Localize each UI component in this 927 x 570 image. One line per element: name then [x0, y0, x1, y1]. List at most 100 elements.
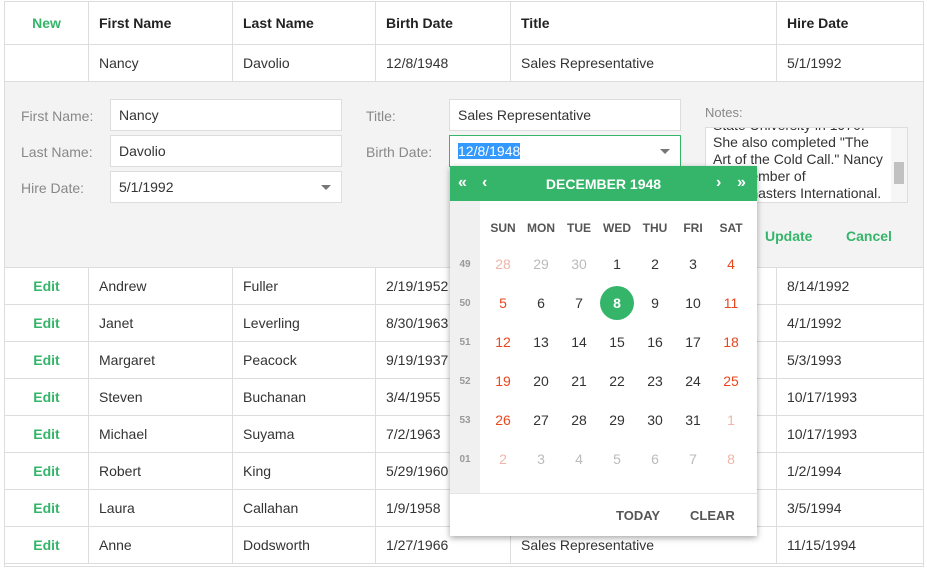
calendar-day[interactable]: 18 [714, 325, 748, 359]
calendar-day[interactable]: 16 [638, 325, 672, 359]
calendar-day[interactable]: 22 [600, 364, 634, 398]
calendar-title[interactable]: DECEMBER 1948 [450, 176, 757, 192]
calendar-day[interactable]: 8 [714, 442, 748, 476]
notes-label: Notes: [705, 105, 743, 120]
empty-cell [5, 45, 89, 81]
calendar-day[interactable]: 30 [638, 403, 672, 437]
calendar-day[interactable]: 29 [524, 247, 558, 281]
calendar-day[interactable]: 6 [524, 286, 558, 320]
clear-button[interactable]: CLEAR [690, 508, 735, 523]
week-number: 52 [459, 376, 471, 387]
today-button[interactable]: TODAY [616, 508, 660, 523]
next-year-icon[interactable]: » [737, 174, 746, 192]
calendar-day[interactable]: 9 [638, 286, 672, 320]
calendar-day[interactable]: 5 [600, 442, 634, 476]
calendar-day[interactable]: 13 [524, 325, 558, 359]
cell: 11/15/1994 [787, 537, 857, 553]
calendar-day[interactable]: 2 [638, 247, 672, 281]
calendar-day[interactable]: 29 [600, 403, 634, 437]
col-title[interactable]: Title [511, 2, 777, 44]
calendar-day[interactable]: 28 [562, 403, 596, 437]
cell: Dodsworth [233, 527, 376, 563]
edit-button[interactable]: Edit [5, 453, 89, 489]
cell: 5/3/1993 [787, 352, 842, 368]
edit-button[interactable]: Edit [5, 305, 89, 341]
col-first-name[interactable]: First Name [89, 2, 233, 44]
edit-button[interactable]: Edit [5, 527, 89, 563]
week-number: 50 [459, 298, 471, 309]
col-hire-date[interactable]: Hire Date [777, 2, 923, 44]
cell: Leverling [233, 305, 376, 341]
birth-date-value[interactable]: 12/8/1948 [458, 143, 521, 159]
cell: 12/8/1948 [376, 45, 511, 81]
col-birth-date[interactable]: Birth Date [376, 2, 511, 44]
calendar-day[interactable]: 19 [486, 364, 520, 398]
calendar-day[interactable]: 6 [638, 442, 672, 476]
cell: Buchanan [233, 379, 376, 415]
day-header: SUN [490, 221, 516, 235]
cell: Michael [89, 416, 233, 452]
calendar-day[interactable]: 5 [486, 286, 520, 320]
edit-button[interactable]: Edit [5, 416, 89, 452]
birth-date-picker[interactable]: 12/8/1948 [449, 135, 681, 167]
last-name-input[interactable]: Davolio [110, 135, 342, 167]
editing-row: Nancy Davolio 12/8/1948 Sales Representa… [5, 45, 923, 82]
calendar-day[interactable]: 7 [676, 442, 710, 476]
calendar-day[interactable]: 27 [524, 403, 558, 437]
cell: 10/17/1993 [787, 389, 858, 405]
update-button[interactable]: Update [765, 228, 812, 244]
cell: Davolio [233, 45, 376, 81]
last-name-label: Last Name: [21, 144, 93, 160]
calendar-day[interactable]: 11 [714, 286, 748, 320]
calendar-day[interactable]: 15 [600, 325, 634, 359]
birth-date-label: Birth Date: [366, 144, 433, 160]
calendar-day[interactable]: 8 [600, 286, 634, 320]
cancel-button[interactable]: Cancel [846, 228, 892, 244]
calendar-day[interactable]: 4 [562, 442, 596, 476]
cell: Laura [89, 490, 233, 526]
calendar-day[interactable]: 26 [486, 403, 520, 437]
col-last-name[interactable]: Last Name [233, 2, 376, 44]
day-header: THU [642, 221, 668, 235]
new-button[interactable]: New [5, 2, 89, 44]
calendar-day[interactable]: 24 [676, 364, 710, 398]
calendar-day[interactable]: 3 [676, 247, 710, 281]
cell: Suyama [233, 416, 376, 452]
edit-button[interactable]: Edit [5, 268, 89, 304]
calendar-day[interactable]: 14 [562, 325, 596, 359]
calendar-day[interactable]: 1 [600, 247, 634, 281]
first-name-input[interactable]: Nancy [110, 99, 342, 131]
edit-button[interactable]: Edit [5, 379, 89, 415]
calendar-day[interactable]: 7 [562, 286, 596, 320]
calendar-day[interactable]: 25 [714, 364, 748, 398]
day-header: SAT [719, 221, 743, 235]
calendar-day[interactable]: 12 [486, 325, 520, 359]
edit-button[interactable]: Edit [5, 342, 89, 378]
calendar-day[interactable]: 31 [676, 403, 710, 437]
title-input[interactable]: Sales Representative [449, 99, 681, 131]
cell: Fuller [233, 268, 376, 304]
calendar-day[interactable]: 21 [562, 364, 596, 398]
cell: Nancy [89, 45, 233, 81]
calendar-day[interactable]: 4 [714, 247, 748, 281]
calendar-day[interactable]: 3 [524, 442, 558, 476]
calendar-day[interactable]: 23 [638, 364, 672, 398]
calendar-day[interactable]: 1 [714, 403, 748, 437]
calendar-day[interactable]: 10 [676, 286, 710, 320]
scrollbar[interactable] [891, 128, 907, 202]
calendar-popup: « ‹ DECEMBER 1948 › » SUN MON TUE WED THU FRI… [450, 166, 757, 536]
calendar-day[interactable]: 30 [562, 247, 596, 281]
cell: Robert [89, 453, 233, 489]
calendar-day[interactable]: 17 [676, 325, 710, 359]
chevron-down-icon[interactable] [321, 185, 331, 190]
calendar-day[interactable]: 28 [486, 247, 520, 281]
next-month-icon[interactable]: › [716, 174, 721, 192]
hire-date-picker[interactable]: 5/1/1992 [110, 171, 342, 203]
cell: Sales Representative [511, 45, 777, 81]
chevron-down-icon[interactable] [660, 149, 670, 154]
day-header: TUE [567, 221, 591, 235]
calendar-day[interactable]: 20 [524, 364, 558, 398]
week-number: 01 [459, 454, 471, 465]
edit-button[interactable]: Edit [5, 490, 89, 526]
calendar-day[interactable]: 2 [486, 442, 520, 476]
